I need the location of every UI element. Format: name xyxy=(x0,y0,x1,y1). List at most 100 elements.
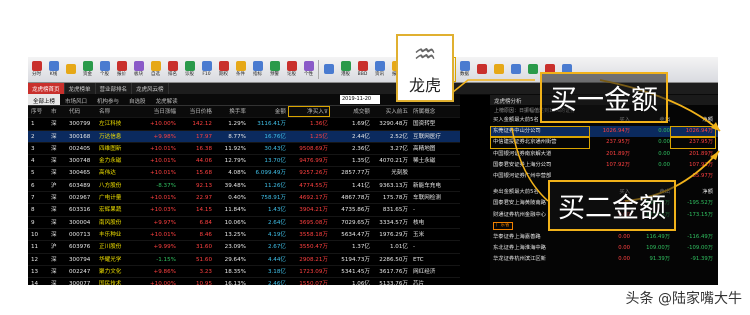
dragon-tiger-popup[interactable]: ♒ 龙虎 xyxy=(396,34,454,102)
top-tab-1[interactable]: 龙虎榜单 xyxy=(65,83,96,94)
table-cell: 2286.50万 xyxy=(379,256,408,263)
table-cell: 1723.09万 xyxy=(299,268,328,275)
toolbar-button-14[interactable]: 预警 xyxy=(266,57,283,82)
table-row[interactable]: 12 深 300794 华耀光学 -1.15% 51.60 29.64% 4.44亿 2908.… xyxy=(28,254,460,266)
toolbar-label: K线 xyxy=(49,72,58,78)
toolbar-label: 报价 xyxy=(117,72,126,78)
column-header[interactable]: 净买入⊽ xyxy=(288,106,330,118)
column-header[interactable]: 成交额 xyxy=(330,106,372,117)
toolbar-icon xyxy=(150,61,161,72)
filter-tab-1[interactable]: 市场风口 xyxy=(60,94,92,105)
toolbar-button-13[interactable]: 指标 xyxy=(249,57,266,82)
table-cell: 1.25亿 xyxy=(309,133,328,140)
column-header[interactable]: 市 xyxy=(48,106,66,117)
table-cell: 9 xyxy=(31,219,35,226)
table-cell: 11.84% xyxy=(224,207,246,214)
toolbar-button-17[interactable] xyxy=(320,57,337,82)
table-row[interactable]: 3 深 002405 四维图新 +10.01% 16.38 11.92% 30.43亿 9508… xyxy=(28,143,460,156)
table-cell: +9.98% xyxy=(153,133,176,140)
toolbar-button-7[interactable]: 自选 xyxy=(147,57,164,82)
toolbar-label: 期权 xyxy=(219,72,228,78)
callout-buy1: 买一金额 xyxy=(540,72,668,123)
toolbar-button-3[interactable]: 资金 xyxy=(79,57,96,82)
toolbar-icon xyxy=(218,61,229,72)
table-cell: 4.44亿 xyxy=(267,256,286,263)
column-header[interactable]: 名称 xyxy=(96,106,136,117)
table-cell: 3695.08万 xyxy=(299,219,328,226)
table-cell: 22.97 xyxy=(195,195,212,202)
toolbar-icon xyxy=(65,63,76,74)
toolbar-label: 排名 xyxy=(168,72,177,78)
toolbar-button-20[interactable]: 资讯 xyxy=(371,57,388,82)
table-row[interactable]: 11 沪 603976 正川股份 +9.99% 31.60 23.09% 2.67亿 3550.… xyxy=(28,241,460,254)
table-cell: 2857.77万 xyxy=(341,170,370,177)
top-tab-2[interactable]: 营业部排名 xyxy=(96,83,133,94)
toolbar-button-19[interactable]: BBD xyxy=(354,57,371,82)
toolbar-button-15[interactable]: 论股 xyxy=(283,57,300,82)
column-header[interactable]: 金额 xyxy=(248,106,288,117)
filter-tab-3[interactable]: 自选股 xyxy=(124,94,151,105)
toolbar-label: 论股 xyxy=(287,72,296,78)
table-cell: 3.18亿 xyxy=(267,268,286,275)
toolbar-button-16[interactable]: 个性 xyxy=(300,57,317,82)
column-header[interactable]: 当日价格 xyxy=(178,106,214,117)
table-cell: 6.84 xyxy=(199,219,212,226)
table-cell: 0.40% xyxy=(228,195,246,202)
toolbar-button-18[interactable]: 港股 xyxy=(337,57,354,82)
table-cell: 142.12 xyxy=(192,121,212,128)
table-row[interactable]: 5 深 300465 高伟达 +10.01% 15.68 4.08% 6.099.49万 925… xyxy=(28,167,460,180)
table-row[interactable]: 7 深 002967 广电计量 +10.01% 22.97 0.40% 758.91万 4692… xyxy=(28,192,460,205)
table-cell: 4.08% xyxy=(228,170,246,177)
toolbar-label: 资讯 xyxy=(375,72,384,78)
date-picker[interactable]: 2019-11-20 xyxy=(340,95,380,104)
toolbar-button-8[interactable]: 排名 xyxy=(164,57,181,82)
table-row[interactable]: 1 深 300799 左江科技 +10.00% 142.12 1.29% 3116.41万 1.… xyxy=(28,118,460,131)
toolbar-button-6[interactable]: 板块 xyxy=(130,57,147,82)
dragon-tiger-table: 序号市代码 名称 当日涨幅 当日价格 换手率 金额 净买入⊽ 成交额 买入前五 所属概念 1 深 300… xyxy=(28,106,460,285)
table-cell: 深 xyxy=(51,158,57,165)
table-cell: 13.25% xyxy=(224,231,246,238)
toolbar-button-10[interactable]: F10 xyxy=(198,57,215,82)
toolbar-button-2[interactable] xyxy=(62,57,79,82)
toolbar-icon xyxy=(99,61,110,72)
table-row[interactable]: 4 深 300748 金力永磁 +10.01% 44.06 12.79% 13.70亿 9476… xyxy=(28,155,460,168)
filter-tab-4[interactable]: 龙虎解读 xyxy=(151,94,183,105)
table-cell: +10.01% xyxy=(149,231,176,238)
table-cell: 300168 xyxy=(69,133,91,140)
table-row[interactable]: 9 深 300004 南风股份 +9.97% 6.84 10.06% 2.64亿 3695.08… xyxy=(28,217,460,229)
toolbar-button-0[interactable]: 分时 xyxy=(28,57,45,82)
table-cell: 5341.45万 xyxy=(341,268,370,275)
toolbar-button-11[interactable]: 期权 xyxy=(215,57,232,82)
table-row[interactable]: 6 沪 603489 八方股份 -8.37% 92.13 39.48% 11.26亿 4774.… xyxy=(28,180,460,193)
toolbar-icon xyxy=(374,61,385,72)
toolbar-button-1[interactable]: K线 xyxy=(45,57,62,82)
table-cell: 深 xyxy=(51,231,57,238)
table-header: 序号市代码 名称 当日涨幅 当日价格 换手率 金额 净买入⊽ 成交额 买入前五 所属概念 xyxy=(28,106,460,119)
toolbar-button-5[interactable]: 报价 xyxy=(113,57,130,82)
table-cell: 5194.73万 xyxy=(341,256,370,263)
column-header[interactable]: 买入前五 xyxy=(372,106,410,117)
toolbar-button-9[interactable]: 诊股 xyxy=(181,57,198,82)
column-header[interactable]: 当日涨幅 xyxy=(136,106,178,117)
column-header[interactable]: 换手率 xyxy=(214,106,248,117)
top-tab-3[interactable]: 龙虎风云榜 xyxy=(132,83,169,94)
table-row[interactable]: 14 深 300077 国民技术 +10.00% 10.95 16.13% 2.46亿 1550… xyxy=(28,278,460,285)
table-cell: 17.97 xyxy=(195,133,212,140)
table-row[interactable]: 8 深 603316 宏辉果蔬 +10.03% 14.15 11.84% 1.43亿 3904.… xyxy=(28,204,460,217)
table-cell: 603316 xyxy=(69,207,91,214)
table-cell: 7 xyxy=(31,195,35,202)
table-row[interactable]: 13 深 002247 聚力文化 +9.86% 3.23 18.35% 3.18亿 1723.0… xyxy=(28,266,460,279)
filter-tab-2[interactable]: 机构参与 xyxy=(92,94,124,105)
table-cell: 11.92% xyxy=(224,145,246,152)
column-header[interactable]: 代码 xyxy=(66,106,96,117)
top-tab-0[interactable]: 龙虎榜首页 xyxy=(28,83,65,94)
table-cell: 1.35亿 xyxy=(351,158,370,165)
toolbar-button-12[interactable]: 条件 xyxy=(232,57,249,82)
table-cell: 30.43亿 xyxy=(264,145,286,152)
toolbar-button-4[interactable]: 个股 xyxy=(96,57,113,82)
table-row[interactable]: 10 深 000713 丰乐种业 +10.01% 8.46 13.25% 4.19亿 3558.… xyxy=(28,229,460,242)
table-cell: +9.86% xyxy=(153,268,176,275)
column-header[interactable]: 序号 xyxy=(28,106,48,117)
table-row[interactable]: 2 深 300168 万达信息 +9.98% 17.97 8.77% 16.76亿 1.25亿 2… xyxy=(28,130,460,143)
filter-tab-0[interactable]: 全部上榜 xyxy=(28,94,61,105)
